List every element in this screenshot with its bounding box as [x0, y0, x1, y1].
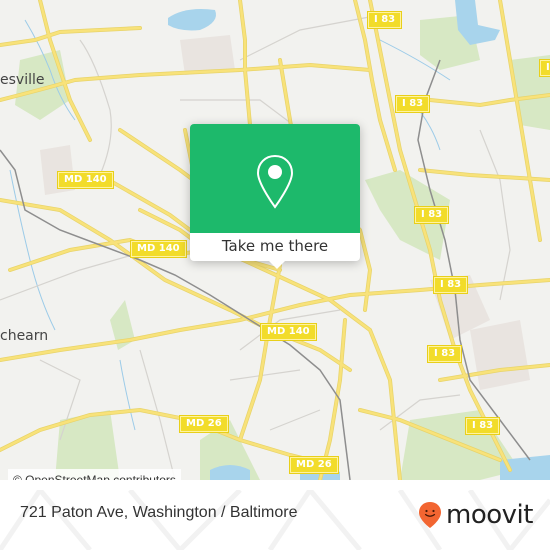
map-view[interactable]: I 83 I 83 I 83 I 83 I 83 I 83 I 83 MD 14…: [0, 0, 550, 480]
place-label-pikesville: esville: [0, 72, 45, 88]
highway-shield-i83: I 83: [538, 59, 550, 77]
place-label-woodlawn: chearn: [0, 328, 49, 344]
highway-shield-md140: MD 140: [57, 171, 114, 189]
highway-shield-md26: MD 26: [179, 415, 229, 433]
location-pin-icon: [256, 154, 294, 209]
footer-bar: 721 Paton Ave, Washington / Baltimore mo…: [0, 490, 550, 550]
highway-shield-i83: I 83: [432, 276, 469, 294]
highway-shield-i83: I 83: [413, 206, 450, 224]
popup-header: [190, 124, 360, 233]
highway-shield-i83: I 83: [426, 345, 463, 363]
highway-shield-md140: MD 140: [130, 240, 187, 258]
highway-shield-i83: I 83: [464, 417, 501, 435]
highway-shield-i83: I 83: [394, 95, 431, 113]
map-attribution[interactable]: © OpenStreetMap contributors: [8, 469, 181, 480]
moovit-wordmark: moovit: [446, 500, 533, 530]
location-popup: Take me there: [190, 124, 360, 269]
take-me-there-button[interactable]: Take me there: [190, 233, 360, 261]
highway-shield-md26: MD 26: [289, 456, 339, 474]
address-label: 721 Paton Ave, Washington / Baltimore: [20, 504, 298, 521]
highway-shield-i83: I 83: [366, 11, 403, 29]
moovit-logo[interactable]: moovit: [418, 500, 533, 530]
moovit-pin-icon: [419, 502, 441, 528]
popup-pointer: [268, 260, 286, 269]
highway-shield-md140: MD 140: [260, 323, 317, 341]
